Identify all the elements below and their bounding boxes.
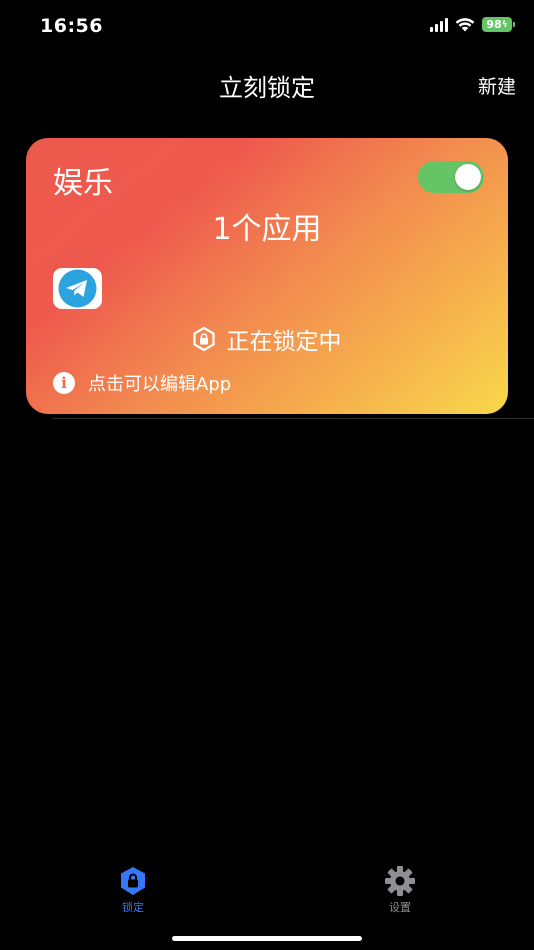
telegram-icon [53, 268, 102, 309]
lock-toggle[interactable] [418, 161, 484, 193]
lock-status-text: 正在锁定中 [226, 329, 342, 355]
app-count: 1个应用 [212, 212, 322, 247]
wifi-icon [455, 18, 475, 32]
status-time: 16:56 [40, 15, 103, 37]
home-indicator[interactable] [172, 936, 362, 941]
status-indicators: 98 ϟ [430, 17, 515, 32]
battery-icon: 98 ϟ [482, 17, 515, 32]
cellular-signal-icon [430, 17, 448, 32]
tab-bar: 锁定 设置 [0, 860, 534, 920]
gear-icon [385, 866, 415, 896]
battery-level: 98 [486, 18, 502, 31]
info-icon: i [53, 372, 75, 394]
tab-lock-label: 锁定 [122, 901, 144, 914]
edit-hint-text: 点击可以编辑App [88, 374, 232, 395]
lock-group-title: 娱乐 [53, 166, 113, 201]
shield-lock-icon [121, 867, 145, 895]
lock-status: 正在锁定中 [26, 322, 508, 356]
toggle-knob [455, 164, 481, 190]
tab-lock[interactable]: 锁定 [93, 866, 173, 915]
page-title: 立刻锁定 [219, 74, 315, 102]
shield-lock-icon [192, 327, 215, 351]
status-bar: 16:56 98 ϟ [0, 0, 534, 52]
new-button[interactable]: 新建 [478, 72, 516, 99]
tab-settings[interactable]: 设置 [360, 866, 440, 915]
lock-group-card[interactable]: 娱乐 1个应用 正在锁定中 i 点击可以编辑App [26, 138, 508, 414]
edit-hint: i 点击可以编辑App [53, 370, 231, 396]
tab-settings-label: 设置 [389, 901, 411, 914]
divider [52, 418, 534, 419]
